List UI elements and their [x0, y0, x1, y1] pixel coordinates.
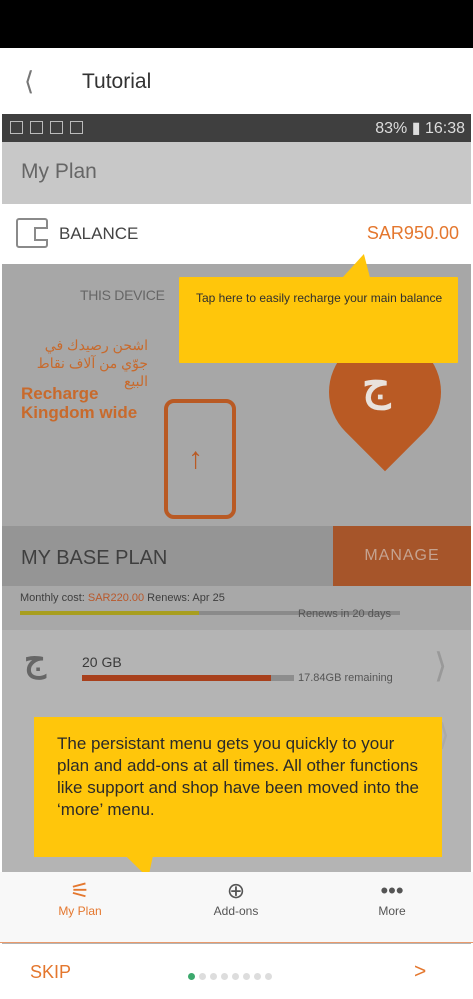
sliders-icon: ⚟	[70, 878, 90, 903]
balance-tooltip-text: Tap here to easily recharge your main ba…	[196, 291, 443, 305]
page-dot	[232, 973, 239, 980]
nav-my-plan-label: My Plan	[58, 904, 102, 918]
monthly-cost: Monthly cost: SAR220.00 Renews: Apr 25	[20, 592, 225, 604]
promo-arabic-text: اشحن رصيدك في جوّي من آلاف نقاط البيع	[36, 337, 148, 389]
data-progress-fill	[82, 675, 271, 681]
my-plan-title: My Plan	[21, 160, 97, 183]
brand-logo-icon: ج	[362, 360, 391, 409]
notification-icon	[30, 121, 43, 134]
next-button[interactable]: >	[414, 960, 426, 984]
device-status-bar: 83% ▮ 16:38	[2, 114, 471, 142]
notification-icon	[10, 121, 23, 134]
page-dot	[210, 973, 217, 980]
nav-my-plan[interactable]: ⚟ My Plan	[30, 878, 130, 918]
page-dot	[265, 973, 272, 980]
renews-in-label: Renews in 20 days	[298, 608, 391, 620]
data-remaining: 17.84GB remaining	[298, 672, 393, 684]
page-dot	[188, 973, 195, 980]
balance-amount[interactable]: SAR950.00	[367, 223, 459, 244]
menu-tooltip-text: The persistant menu gets you quickly to …	[57, 734, 419, 819]
notification-icon	[50, 121, 63, 134]
page-dot	[243, 973, 250, 980]
nav-more-label: More	[378, 904, 406, 918]
calendar-icon	[70, 121, 83, 134]
page-dot	[221, 973, 228, 980]
page-dot	[199, 973, 206, 980]
nav-add-ons[interactable]: ⊕ Add-ons	[186, 878, 286, 918]
divider	[0, 942, 473, 943]
page-title: Tutorial	[82, 70, 152, 93]
base-plan-title: MY BASE PLAN	[21, 547, 168, 569]
data-brand-icon: ج	[24, 641, 46, 679]
renew-progress-fill	[20, 611, 199, 615]
cost-renews: Renews: Apr 25	[144, 592, 225, 604]
promo-english-text: Recharge Kingdom wide	[21, 384, 138, 422]
nav-more[interactable]: ••• More	[342, 878, 442, 918]
skip-button[interactable]: SKIP	[30, 962, 71, 983]
back-chevron-icon[interactable]: ⟨	[24, 68, 44, 96]
manage-button[interactable]: MANAGE	[333, 526, 471, 586]
top-black-bar	[0, 0, 473, 48]
device-status-right: 83% ▮ 16:38	[375, 120, 465, 137]
data-amount: 20 GB	[82, 654, 122, 670]
plus-circle-icon: ⊕	[226, 878, 246, 903]
arrow-up-icon: ↑	[188, 442, 203, 475]
more-dots-icon: •••	[380, 878, 404, 903]
this-device-tab[interactable]: THIS DEVICE	[80, 287, 165, 303]
balance-label: BALANCE	[59, 224, 139, 243]
page-dot	[254, 973, 261, 980]
data-row[interactable]	[2, 630, 471, 698]
chevron-right-icon[interactable]: ⟩	[434, 646, 447, 686]
cost-prefix: Monthly cost:	[20, 592, 88, 604]
cost-value: SAR220.00	[87, 592, 145, 604]
nav-add-ons-label: Add-ons	[213, 904, 259, 918]
header	[0, 48, 473, 114]
wallet-icon	[16, 218, 48, 248]
page-indicator	[188, 967, 288, 980]
